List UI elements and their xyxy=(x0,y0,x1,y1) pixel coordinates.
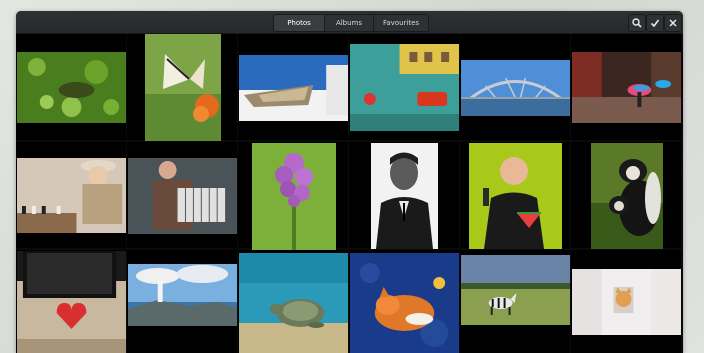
photo-tile[interactable] xyxy=(127,34,237,141)
photo-heart-window xyxy=(17,251,126,353)
photo-wooden-boat xyxy=(239,55,348,121)
photo-tile[interactable] xyxy=(127,142,237,248)
photo-tile[interactable] xyxy=(349,142,459,249)
tab-albums[interactable]: Albums xyxy=(325,15,374,31)
photo-man-portrait-bw xyxy=(371,143,438,249)
close-icon xyxy=(669,19,677,27)
photo-tile[interactable] xyxy=(460,142,570,249)
photo-tile[interactable] xyxy=(238,34,348,140)
search-button[interactable] xyxy=(628,14,646,32)
photo-butterfly-on-flower xyxy=(145,34,221,141)
tab-favourites[interactable]: Favourites xyxy=(374,15,428,31)
photos-window: Photos Albums Favourites xyxy=(16,11,683,353)
select-button[interactable] xyxy=(646,14,664,32)
photo-tile[interactable] xyxy=(16,142,126,248)
photo-street-model-car xyxy=(350,44,459,131)
photo-accordion-player xyxy=(128,158,237,234)
photo-sea-turtle xyxy=(239,253,348,353)
photo-boy-with-watermelon xyxy=(469,143,562,249)
checkmark-icon xyxy=(650,19,660,28)
photo-sleeping-fox xyxy=(350,253,459,353)
photo-tile[interactable] xyxy=(16,34,126,140)
headerbar: Photos Albums Favourites xyxy=(16,11,683,34)
photo-tile[interactable] xyxy=(571,142,681,249)
photo-tile[interactable] xyxy=(460,250,570,353)
photo-tile[interactable] xyxy=(238,142,348,250)
photo-tile[interactable] xyxy=(460,34,570,140)
photo-tile[interactable] xyxy=(16,250,126,353)
photo-rainy-street xyxy=(572,52,681,123)
photo-tile[interactable] xyxy=(127,250,237,353)
photo-tile[interactable] xyxy=(349,34,459,140)
photo-tile[interactable] xyxy=(571,34,681,140)
photo-monkeys xyxy=(591,143,663,249)
photo-chess-player xyxy=(17,158,126,233)
photo-cat-in-window xyxy=(572,269,681,335)
photo-zebra-savanna xyxy=(461,255,570,325)
tab-photos[interactable]: Photos xyxy=(274,15,325,31)
photo-tile[interactable] xyxy=(238,250,348,353)
view-switcher: Photos Albums Favourites xyxy=(273,14,429,32)
photo-purple-orchid xyxy=(252,143,336,250)
photo-steel-bridge xyxy=(461,60,570,116)
close-button[interactable] xyxy=(664,14,682,32)
search-icon xyxy=(632,18,642,28)
photo-tile[interactable] xyxy=(349,250,459,353)
photo-lighthouse-coast xyxy=(128,264,237,326)
photo-tile[interactable] xyxy=(571,250,681,353)
photo-grid xyxy=(16,34,683,353)
photo-frog-in-duckweed xyxy=(17,52,126,123)
